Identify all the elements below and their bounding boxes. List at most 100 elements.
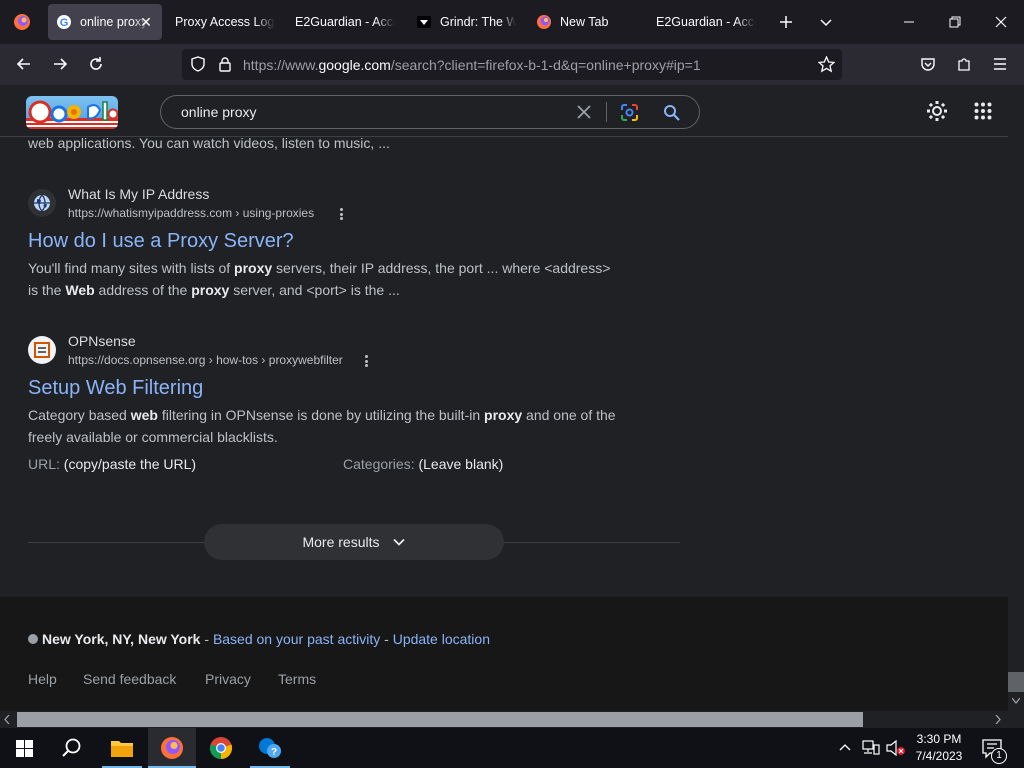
snippet-text: server, and <port> is the ... [229,282,400,298]
more-results-label: More results [302,534,380,550]
taskbar-search-button[interactable] [48,728,96,768]
page-footer: New York, NY, New York - Based on your p… [0,597,1008,711]
result-title-link[interactable]: How do I use a Proxy Server? [28,230,294,253]
google-g-icon: G [56,14,72,30]
snippet-text: Category based [28,407,131,423]
snippet-highlight: proxy [484,407,523,423]
horizontal-scroll-thumb[interactable] [17,712,863,727]
firefox-view-button[interactable] [0,0,44,44]
tab-new-tab[interactable]: New Tab [536,4,636,40]
firefox-icon [536,14,552,30]
back-button[interactable] [8,48,40,80]
start-button[interactable] [0,728,48,768]
tracking-protection-shield-icon[interactable] [190,56,206,77]
notification-count-badge: 1 [991,748,1007,764]
separator: - [200,631,213,647]
snippet-highlight: Web [65,282,95,298]
settings-gear-icon[interactable] [926,100,948,127]
url-text[interactable]: https://www.google.com/search?client=fir… [243,57,701,73]
location-dot-icon [28,634,38,644]
google-doodle-logo[interactable] [26,96,118,129]
file-explorer-button[interactable] [98,728,146,768]
result-favicon [28,336,56,364]
tab-strip: G online proxy ✕ Proxy Access Login E2Gu… [0,0,1024,44]
bookmark-star-icon[interactable] [817,55,836,78]
scroll-left-arrow-icon[interactable] [4,715,10,724]
result-attribute: URL: (copy/paste the URL) [28,453,196,475]
get-help-taskbar-button[interactable]: ? [246,728,294,768]
past-activity-link[interactable]: Based on your past activity [213,631,380,647]
minimize-icon [904,21,914,23]
snippet-text: address of the [94,282,192,298]
snippet-text: You'll find many sites with lists of [28,260,235,276]
pocket-button[interactable] [912,48,944,80]
search-icon [62,738,81,757]
search-box[interactable]: online proxy [160,95,700,129]
vertical-scroll-thumb[interactable] [1008,672,1024,692]
result-site-name[interactable]: OPNsense [68,333,136,349]
chrome-taskbar-button[interactable] [197,728,245,768]
terms-link[interactable]: Terms [278,671,316,687]
show-hidden-icons-chevron-icon[interactable] [839,741,851,759]
forward-arrow-icon [54,58,68,70]
clock-time: 3:30 PM [916,732,962,746]
tab-proxy-access-login[interactable]: Proxy Access Login [175,4,275,40]
firefox-taskbar-button[interactable] [148,728,196,768]
more-options-icon[interactable] [362,353,370,369]
close-window-button[interactable] [978,0,1024,44]
search-input[interactable]: online proxy [181,104,257,120]
globe-icon [34,194,50,212]
google-apps-grid-icon[interactable] [974,102,992,125]
tab-online-proxy[interactable]: G online proxy ✕ [48,4,162,40]
snippet-text: is the [28,282,66,298]
vertical-scrollbar[interactable] [1008,137,1024,711]
tab-label: E2Guardian - Access [656,15,756,29]
tab-label: E2Guardian - Access [295,15,395,29]
windows-logo-icon [15,739,33,757]
list-all-tabs-button[interactable] [803,0,849,44]
location-line: New York, NY, New York - Based on your p… [28,631,490,647]
horizontal-scrollbar[interactable] [0,711,1024,728]
tab-grindr[interactable]: Grindr: The World [416,4,516,40]
chevron-down-icon [392,538,405,546]
app-menu-button[interactable] [984,48,1016,80]
privacy-link[interactable]: Privacy [205,671,251,687]
google-lens-icon[interactable] [621,104,638,126]
help-link[interactable]: Help [28,671,57,687]
tab-e2guardian-1[interactable]: E2Guardian - Access [295,4,395,40]
address-bar[interactable]: https://www.google.com/search?client=fir… [182,49,842,80]
network-icon[interactable] [862,740,880,761]
tab-label: Proxy Access Login [175,15,275,29]
result-site-name[interactable]: What Is My IP Address [68,186,209,202]
puzzle-piece-icon [958,58,970,71]
reload-button[interactable] [80,48,112,80]
close-tab-icon[interactable]: ✕ [138,14,154,30]
forward-button[interactable] [44,48,76,80]
more-results-button[interactable]: More results [204,524,504,560]
attribute-value: (Leave blank) [418,456,504,472]
result-snippet-line: You'll find many sites with lists of pro… [28,257,610,279]
result-snippet-line: is the Web address of the proxy server, … [28,279,400,301]
restore-button[interactable] [932,0,978,44]
result-url[interactable]: https://whatismyipaddress.com › using-pr… [68,206,314,220]
system-clock[interactable]: 3:30 PM 7/4/2023 [908,731,970,765]
result-attribute: Categories: (Leave blank) [343,453,503,475]
lock-icon[interactable] [218,56,232,77]
tab-e2guardian-2[interactable]: E2Guardian - Access [656,4,756,40]
scroll-right-arrow-icon[interactable] [995,715,1001,724]
reload-icon [90,57,102,70]
update-location-link[interactable]: Update location [393,631,490,647]
minimize-button[interactable] [886,0,932,44]
search-icon[interactable] [663,104,680,126]
clear-search-icon[interactable] [577,105,591,124]
result-title-link[interactable]: Setup Web Filtering [28,377,203,400]
attribute-label: URL: [28,456,60,472]
more-options-icon[interactable] [337,206,345,222]
volume-muted-icon[interactable] [886,739,906,761]
result-url[interactable]: https://docs.opnsense.org › how-tos › pr… [68,353,343,367]
scroll-down-arrow-icon[interactable] [1012,698,1020,704]
result-snippet-line: freely available or commercial blacklist… [28,429,278,445]
snippet-highlight: proxy [234,260,273,276]
extensions-button[interactable] [948,48,980,80]
send-feedback-link[interactable]: Send feedback [83,671,176,687]
